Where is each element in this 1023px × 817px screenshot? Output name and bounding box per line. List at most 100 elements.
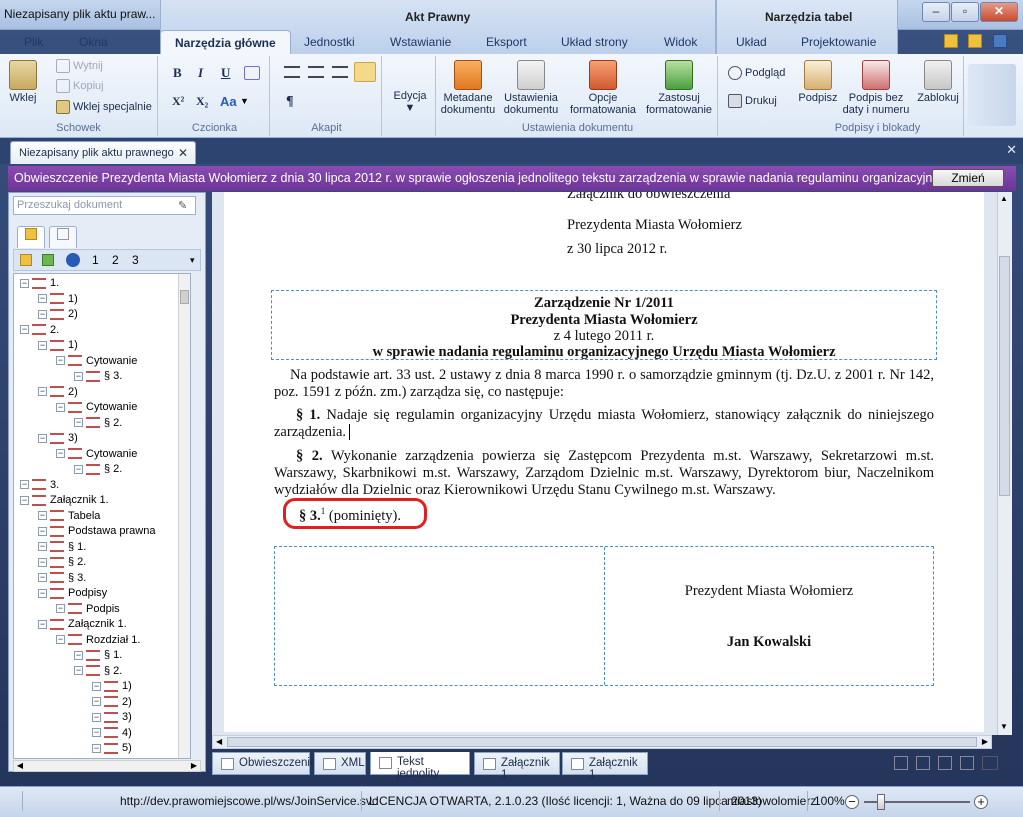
expand-toggle-icon[interactable]: − [74, 464, 83, 474]
expand-toggle-icon[interactable]: − [38, 573, 47, 583]
navigate-icon[interactable] [66, 253, 80, 267]
level-1-button[interactable]: 1 [92, 253, 99, 267]
tree-item[interactable]: − Cytowanie [56, 447, 137, 462]
tree-item[interactable]: − § 3. [38, 571, 86, 586]
ribbon-scroll-right[interactable] [968, 64, 1016, 126]
level-3-button[interactable]: 3 [132, 253, 139, 267]
tree-item[interactable]: − § 2. [38, 555, 86, 570]
tree-item[interactable]: − 5) [92, 741, 132, 756]
layout-icon[interactable] [982, 756, 998, 770]
change-case-button[interactable]: Aa [220, 94, 237, 109]
expand-toggle-icon[interactable]: − [56, 449, 65, 459]
tab-plik[interactable]: Plik [24, 33, 43, 51]
tree-scrollbar[interactable] [178, 274, 190, 758]
cut-button[interactable]: Wytnij [56, 59, 103, 73]
expand-toggle-icon[interactable]: − [74, 650, 83, 660]
expand-toggle-icon[interactable]: − [38, 340, 47, 350]
tab-uklad[interactable]: Układ [736, 33, 767, 51]
tab-tekst-jednolity[interactable]: Tekst jednolity [370, 752, 470, 780]
expand-toggle-icon[interactable]: − [20, 495, 29, 505]
expand-toggle-icon[interactable]: − [74, 418, 83, 428]
tab-structure[interactable] [17, 226, 45, 248]
scroll-right-icon[interactable]: ▶ [982, 737, 988, 746]
expand-toggle-icon[interactable]: − [38, 542, 47, 552]
tree-item[interactable]: − 1) [38, 292, 78, 307]
document-hscrollbar[interactable]: ◀ ▶ [212, 735, 992, 749]
document-scroll-thumb[interactable] [999, 256, 1010, 496]
collapse-icon[interactable] [20, 254, 32, 266]
scroll-left-icon[interactable]: ◀ [216, 737, 222, 746]
tree-hscrollbar[interactable]: ◀ ▶ [13, 760, 201, 772]
tree-item[interactable]: − § 1. [38, 540, 86, 555]
expand-toggle-icon[interactable]: − [56, 635, 65, 645]
pilcrow-button[interactable]: ¶ [286, 94, 294, 110]
metadata-button[interactable]: Metadane dokumentu [438, 60, 498, 116]
zoom-in-icon[interactable]: + [974, 795, 988, 809]
sign-button[interactable]: Podpisz [796, 60, 840, 104]
tree-item[interactable]: − 1) [92, 679, 132, 694]
tab-widok[interactable]: Widok [664, 33, 697, 51]
tree-item[interactable]: − 4) [92, 726, 132, 741]
expand-toggle-icon[interactable]: − [38, 619, 47, 629]
expand-toggle-icon[interactable]: − [92, 712, 101, 722]
chevron-down-icon[interactable]: ▾ [190, 255, 195, 266]
tree-item[interactable]: − § 2. [74, 416, 122, 431]
tree-item[interactable]: − Cytowanie [56, 400, 137, 415]
minimize-button[interactable]: – [922, 2, 950, 22]
tab-wstawianie[interactable]: Wstawianie [390, 33, 451, 51]
tree-item[interactable]: − Załącznik 1. [20, 493, 109, 508]
scroll-left-icon[interactable]: ◀ [14, 761, 26, 771]
tab-obwieszczenie[interactable]: Obwieszczenie [212, 752, 316, 775]
zoom-slider-handle[interactable] [877, 794, 885, 810]
superscript-button[interactable]: X² [172, 94, 184, 109]
signature-table[interactable]: Prezydent Miasta Wołomierz Jan Kowalski [274, 546, 934, 686]
change-button[interactable]: Zmień [932, 169, 1004, 187]
tree-item[interactable]: − 3) [38, 431, 78, 446]
tab-narzedzia-glowne[interactable]: Narzędzia główne [160, 30, 291, 55]
tab-footnotes[interactable] [49, 226, 77, 248]
tab-zalacznik-1-a[interactable]: Załącznik 1 [474, 752, 560, 781]
document-settings-button[interactable]: Ustawienia dokumentu [500, 60, 562, 116]
underline-button[interactable]: U [221, 65, 230, 81]
bold-button[interactable]: B [173, 65, 182, 81]
tree-item[interactable]: − § 2. [74, 462, 122, 477]
close-tab-icon[interactable]: ✕ [178, 146, 188, 160]
copy-button[interactable]: Kopiuj [56, 79, 104, 93]
view-icon[interactable] [894, 756, 908, 770]
level-2-button[interactable]: 2 [112, 253, 119, 267]
tab-zalacznik-1-b[interactable]: Załącznik 1 [562, 752, 648, 781]
view-icon[interactable] [960, 756, 974, 770]
apply-formatting-button[interactable]: Zastosuj formatowanie [641, 60, 717, 116]
justify-icon[interactable] [354, 62, 376, 82]
scroll-up-icon[interactable]: ▲ [1000, 194, 1008, 203]
folder-icon[interactable] [968, 34, 982, 48]
tree-item[interactable]: − 1. [20, 276, 59, 291]
lock-button[interactable]: Zablokuj [916, 60, 960, 104]
subscript-button[interactable]: X₂ [196, 94, 208, 109]
align-left-icon[interactable] [284, 66, 300, 78]
close-all-icon[interactable]: ✕ [1006, 142, 1017, 158]
expand-toggle-icon[interactable]: − [92, 743, 101, 753]
expand-icon[interactable] [42, 254, 54, 266]
zoom-out-icon[interactable]: − [845, 795, 859, 809]
document-vscrollbar[interactable]: ▲ ▼ [997, 192, 1012, 735]
tree-item[interactable]: − Cytowanie [56, 354, 137, 369]
tab-projektowanie[interactable]: Projektowanie [801, 33, 876, 51]
save-icon[interactable] [993, 34, 1007, 48]
formatting-options-button[interactable]: Opcje formatowania [568, 60, 638, 116]
tree-item[interactable]: − Podstawa prawna [38, 524, 155, 539]
paste-special-button[interactable]: Wklej specjalnie [56, 100, 152, 114]
expand-toggle-icon[interactable]: − [56, 604, 65, 614]
expand-toggle-icon[interactable]: − [92, 681, 101, 691]
tab-uklad-strony[interactable]: Układ strony [561, 33, 628, 51]
expand-toggle-icon[interactable]: − [38, 511, 47, 521]
expand-toggle-icon[interactable]: − [74, 666, 83, 676]
edit-button[interactable]: Edycja ▼ [392, 90, 428, 114]
align-center-icon[interactable] [308, 66, 324, 78]
tree-item[interactable]: − 2) [92, 695, 132, 710]
clear-format-icon[interactable] [244, 66, 260, 80]
document-tab[interactable]: Niezapisany plik aktu prawnego ✕ [10, 141, 196, 164]
expand-toggle-icon[interactable]: − [20, 480, 29, 490]
tree-item[interactable]: − 1) [38, 338, 78, 353]
tree-item[interactable]: − 3. [20, 478, 59, 493]
